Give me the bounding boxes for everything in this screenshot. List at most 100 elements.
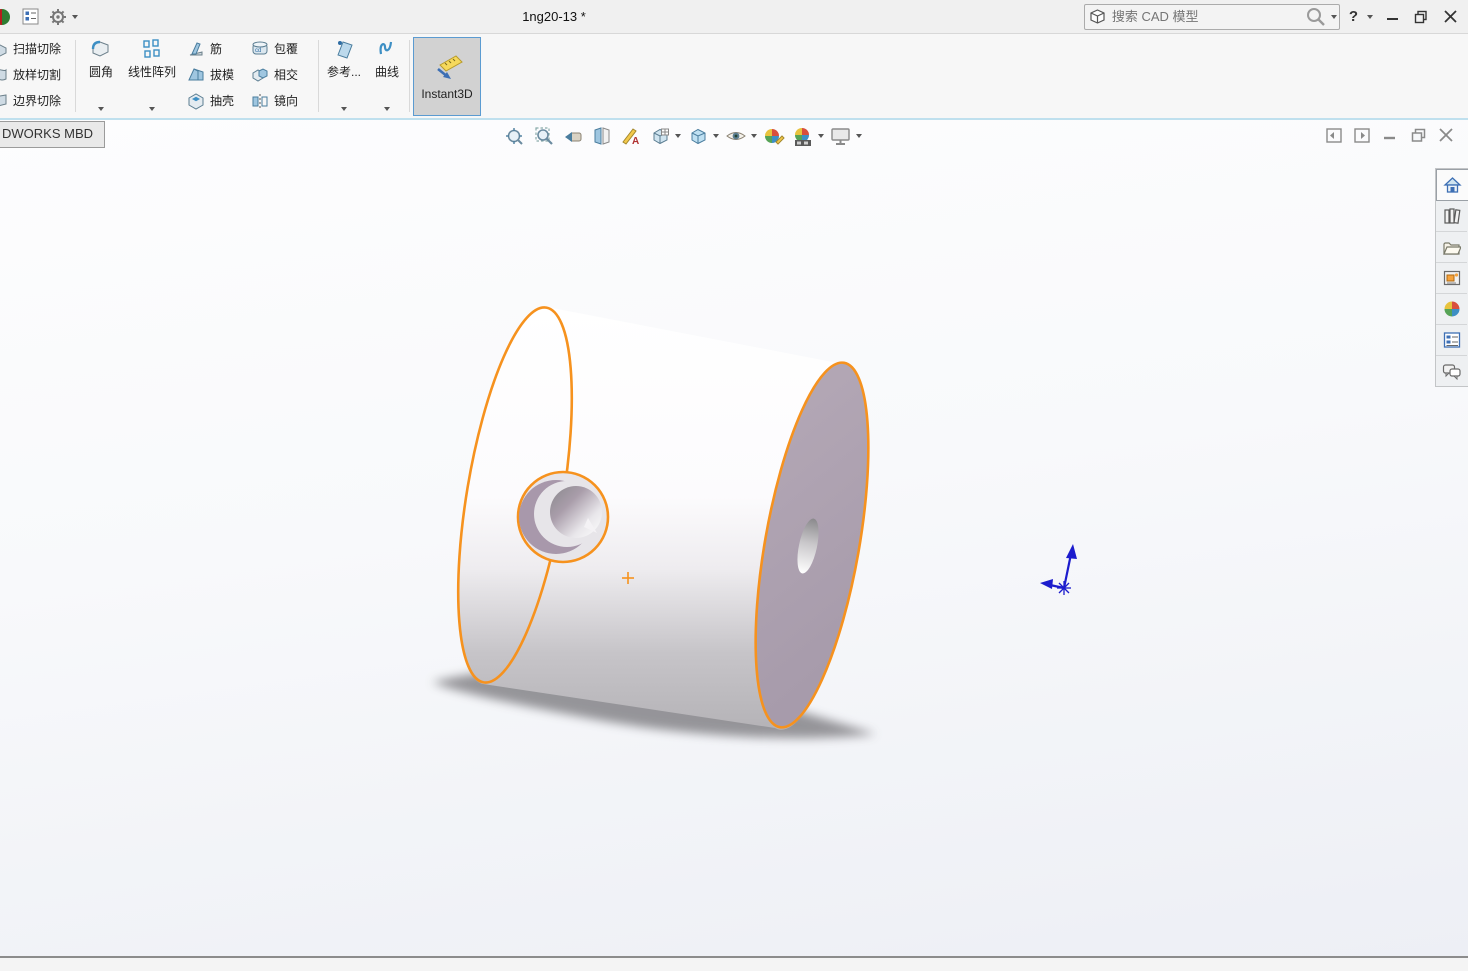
search-input[interactable] (1110, 8, 1301, 25)
graphics-viewport[interactable]: DWORKS MBD A (0, 120, 1468, 956)
shell-label: 抽壳 (210, 92, 234, 109)
previous-view-icon[interactable] (561, 125, 585, 147)
rib-label: 筋 (210, 40, 222, 57)
intersect-label: 相交 (274, 66, 298, 83)
boundary-cut-button[interactable]: 边界切除 (0, 88, 61, 113)
instant3d-label: Instant3D (421, 87, 472, 101)
draft-icon (186, 65, 206, 85)
linear-pattern-icon (140, 37, 164, 61)
side-hole[interactable] (518, 472, 608, 562)
heads-up-view-toolbar: A (503, 124, 862, 148)
task-pane-custom-properties-tab[interactable] (1436, 325, 1467, 356)
search-icon[interactable] (1305, 6, 1327, 28)
task-pane-home-tab[interactable] (1436, 169, 1468, 201)
origin-triad (1040, 544, 1077, 595)
lofted-cut-button[interactable]: 放样切割 (0, 62, 61, 87)
status-bar (0, 956, 1468, 971)
curves-caret-icon[interactable] (384, 107, 390, 111)
task-pane-forum-tab[interactable] (1436, 356, 1467, 386)
restore-button[interactable] (1411, 6, 1431, 28)
document-window-controls (1326, 127, 1454, 143)
apply-scene-caret-icon[interactable] (818, 134, 824, 138)
instant3d-icon (430, 53, 464, 83)
collapse-left-pane-icon[interactable] (1326, 127, 1342, 143)
help-button[interactable]: ? (1349, 8, 1358, 25)
task-pane-appearances-tab[interactable] (1436, 294, 1467, 325)
titlebar: 1ng20-13 * ? (0, 0, 1468, 34)
swept-cut-icon (0, 40, 9, 58)
model-cube-icon (1089, 8, 1106, 25)
close-button[interactable] (1440, 6, 1460, 28)
reference-geometry-button[interactable]: 参考... (323, 37, 365, 115)
doc-close-button[interactable] (1438, 127, 1454, 143)
task-pane-design-library-tab[interactable] (1436, 201, 1467, 232)
svg-text:cd: cd (255, 48, 261, 54)
swept-cut-button[interactable]: 扫描切除 (0, 36, 61, 61)
intersect-button[interactable]: 相交 (250, 62, 298, 87)
apply-scene-icon[interactable] (791, 125, 815, 147)
collapse-right-pane-icon[interactable] (1354, 127, 1370, 143)
view-settings-caret-icon[interactable] (856, 134, 862, 138)
forum-chat-icon (1442, 363, 1461, 380)
rib-button[interactable]: 筋 (186, 36, 234, 61)
zoom-to-fit-icon[interactable] (503, 125, 527, 147)
task-pane-tabs (1435, 168, 1468, 387)
curves-icon (375, 37, 399, 61)
lofted-cut-label: 放样切割 (13, 66, 61, 83)
view-orientation-caret-icon[interactable] (675, 134, 681, 138)
svg-text:A: A (632, 136, 639, 147)
intersect-icon (250, 65, 270, 85)
linear-pattern-button[interactable]: 线性阵列 (122, 37, 182, 115)
shell-icon (186, 91, 206, 111)
fillet-button[interactable]: 圆角 (80, 37, 122, 115)
display-style-caret-icon[interactable] (713, 134, 719, 138)
folder-icon (1442, 239, 1461, 256)
draft-label: 拔模 (210, 66, 234, 83)
mirror-label: 镜向 (274, 92, 298, 109)
boundary-cut-icon (0, 92, 9, 110)
linear-pattern-caret-icon[interactable] (149, 107, 155, 111)
fillet-icon (89, 37, 113, 61)
view-orientation-icon[interactable] (648, 125, 672, 147)
shell-button[interactable]: 抽壳 (186, 88, 234, 113)
appearances-sphere-icon (1443, 300, 1461, 318)
custom-properties-icon (1443, 331, 1461, 349)
minimize-button[interactable] (1382, 6, 1402, 28)
hide-show-caret-icon[interactable] (751, 134, 757, 138)
model-canvas[interactable] (0, 120, 1468, 956)
model-cylinder[interactable] (436, 300, 890, 736)
draft-button[interactable]: 拔模 (186, 62, 234, 87)
linear-pattern-label: 线性阵列 (128, 63, 176, 80)
curves-label: 曲线 (375, 63, 399, 80)
view-settings-icon[interactable] (829, 125, 853, 147)
task-pane-file-explorer-tab[interactable] (1436, 232, 1467, 263)
search-options-caret-icon[interactable] (1331, 15, 1337, 19)
mirror-button[interactable]: 镜向 (250, 88, 298, 113)
reference-caret-icon[interactable] (341, 107, 347, 111)
curves-button[interactable]: 曲线 (366, 37, 408, 115)
wrap-icon: cd (250, 39, 270, 59)
help-caret-icon[interactable] (1367, 15, 1373, 19)
section-view-icon[interactable] (590, 125, 614, 147)
doc-restore-button[interactable] (1410, 127, 1426, 143)
doc-minimize-button[interactable] (1382, 127, 1398, 143)
task-pane-view-palette-tab[interactable] (1436, 263, 1467, 294)
swept-cut-label: 扫描切除 (13, 40, 61, 57)
edit-appearance-icon[interactable] (762, 125, 786, 147)
fillet-label: 圆角 (89, 63, 113, 80)
wrap-button[interactable]: cd 包覆 (250, 36, 298, 61)
lofted-cut-icon (0, 66, 9, 84)
zoom-to-area-icon[interactable] (532, 125, 556, 147)
rib-icon (186, 39, 206, 59)
solidworks-window: 1ng20-13 * ? (0, 0, 1468, 971)
instant3d-toggle-button[interactable]: Instant3D (413, 37, 481, 116)
hide-show-items-icon[interactable] (724, 125, 748, 147)
search-box[interactable] (1084, 4, 1340, 30)
display-style-icon[interactable] (686, 125, 710, 147)
document-tab[interactable]: DWORKS MBD (0, 121, 105, 148)
window-title: 1ng20-13 * (0, 0, 1108, 33)
wrap-label: 包覆 (274, 40, 298, 57)
hide-show-annotations-icon[interactable]: A (619, 125, 643, 147)
fillet-caret-icon[interactable] (98, 107, 104, 111)
mirror-icon (250, 91, 270, 111)
